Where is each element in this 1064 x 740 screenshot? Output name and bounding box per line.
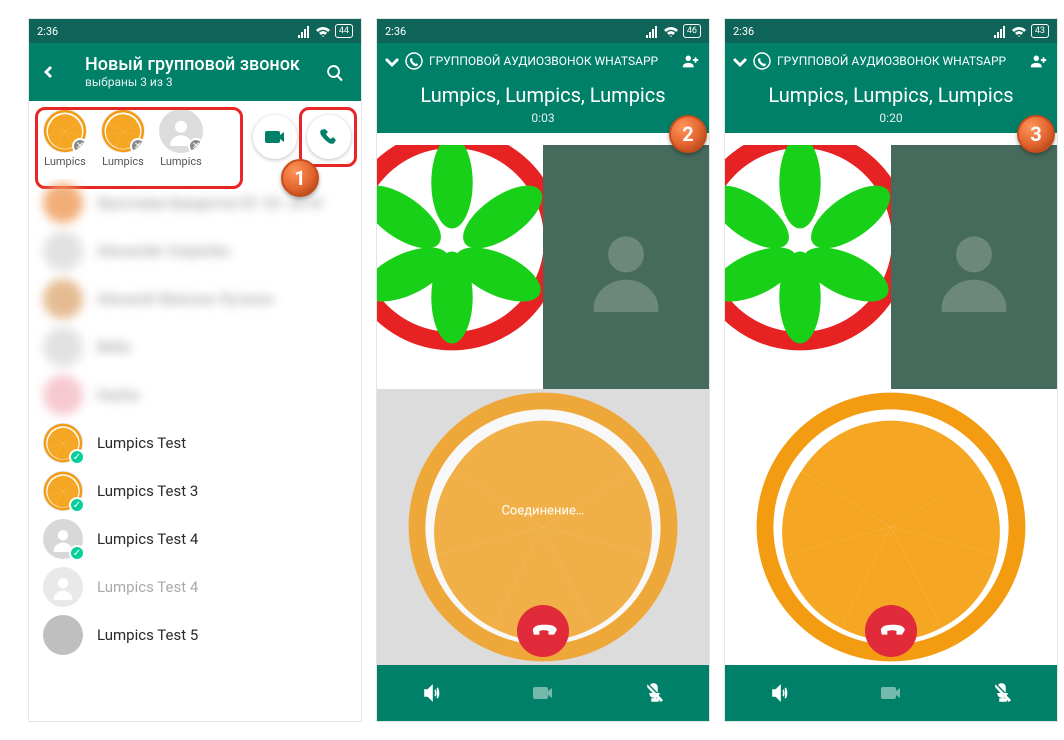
screen-call-connecting: 2:36 46 ГРУППОВОЙ АУДИОЗВОНОК WHATSAPP L… <box>376 18 710 722</box>
add-participant-icon[interactable] <box>681 52 701 70</box>
chevron-down-icon[interactable] <box>733 54 747 68</box>
status-bar: 2:36 44 <box>29 19 361 43</box>
call-status-row: ГРУППОВОЙ АУДИОЗВОНОК WHATSAPP <box>377 43 709 79</box>
list-item[interactable]: Lumpics Test 5 <box>29 611 361 659</box>
participant-tile <box>725 389 1057 665</box>
chevron-down-icon[interactable] <box>385 54 399 68</box>
step-badge-3: 3 <box>1017 115 1055 153</box>
participant-tile <box>891 145 1057 389</box>
remove-icon[interactable]: ✕ <box>72 138 87 153</box>
status-bar: 2:36 46 <box>377 19 709 43</box>
participants-names: Lumpics, Lumpics, Lumpics <box>377 83 709 107</box>
call-toolbar <box>377 665 709 721</box>
participant-tile <box>725 145 891 389</box>
hangup-button[interactable] <box>517 605 569 657</box>
avatar-placeholder-icon <box>581 222 671 312</box>
chip-name: Lumpics <box>160 155 202 168</box>
list-item[interactable]: ✓Lumpics Test <box>29 419 361 467</box>
remove-icon[interactable]: ✕ <box>188 138 203 153</box>
header-title: Новый групповой звонок <box>85 55 317 75</box>
call-type-label: ГРУППОВОЙ АУДИОЗВОНОК WHATSAPP <box>777 54 1023 68</box>
signal-icon <box>645 25 659 38</box>
participant-tile <box>377 145 543 389</box>
list-item[interactable]: ✓Lumpics Test 4 <box>29 515 361 563</box>
list-item[interactable]: Alexandr Beerose Луганск <box>29 275 361 323</box>
wifi-icon <box>315 25 331 38</box>
battery-level: 44 <box>335 24 353 38</box>
header-subtitle: выбраны 3 из 3 <box>85 75 317 89</box>
search-button[interactable] <box>317 55 351 89</box>
check-icon: ✓ <box>69 449 85 465</box>
call-type-label: ГРУППОВОЙ АУДИОЗВОНОК WHATSAPP <box>429 54 675 68</box>
check-icon: ✓ <box>69 545 85 561</box>
video-call-button[interactable] <box>253 115 297 159</box>
chip-name: Lumpics <box>44 155 86 168</box>
call-grid <box>725 145 1057 665</box>
battery-level: 43 <box>1031 24 1049 38</box>
whatsapp-icon <box>753 52 771 70</box>
list-item[interactable]: Alexander Osipenko <box>29 227 361 275</box>
add-participant-icon[interactable] <box>1029 52 1049 70</box>
selected-chip[interactable]: ✕ Lumpics <box>39 109 91 168</box>
screen-call-active: 2:36 43 ГРУППОВОЙ АУДИОЗВОНОК WHATSAPP L… <box>724 18 1058 722</box>
signal-icon <box>993 25 1007 38</box>
selected-chip[interactable]: ✕ Lumpics <box>155 109 207 168</box>
back-button[interactable] <box>35 55 69 89</box>
signal-icon <box>297 25 311 38</box>
contact-list[interactable]: Ярослава Кредитка 05. 03. 2018 Alexander… <box>29 179 361 721</box>
remove-icon[interactable]: ✕ <box>130 138 145 153</box>
audio-call-button[interactable] <box>307 115 351 159</box>
avatar-placeholder-icon <box>50 574 76 600</box>
step-badge-1: 1 <box>281 159 319 197</box>
status-time: 2:36 <box>385 25 406 38</box>
wifi-icon <box>1011 25 1027 38</box>
video-toggle-button[interactable] <box>526 676 560 710</box>
avatar-green-red-icon <box>725 145 891 355</box>
step-badge-2: 2 <box>669 115 707 153</box>
mute-button[interactable] <box>985 676 1019 710</box>
list-item[interactable]: Dasha <box>29 371 361 419</box>
connecting-label: Соединение… <box>501 503 584 518</box>
participants-names: Lumpics, Lumpics, Lumpics <box>725 83 1057 107</box>
status-bar: 2:36 43 <box>725 19 1057 43</box>
selected-chip[interactable]: ✕ Lumpics <box>97 109 149 168</box>
check-icon: ✓ <box>69 497 85 513</box>
chip-name: Lumpics <box>102 155 144 168</box>
call-status-row: ГРУППОВОЙ АУДИОЗВОНОК WHATSAPP <box>725 43 1057 79</box>
battery-level: 46 <box>683 24 701 38</box>
participant-tile: Соединение… <box>377 389 709 665</box>
call-toolbar <box>725 665 1057 721</box>
video-toggle-button[interactable] <box>874 676 908 710</box>
avatar-green-red-icon <box>377 145 543 355</box>
participant-tile <box>543 145 709 389</box>
list-item[interactable]: Lumpics Test 4 <box>29 563 361 611</box>
call-timer: 0:20 <box>725 111 1057 125</box>
mute-button[interactable] <box>637 676 671 710</box>
status-time: 2:36 <box>37 25 58 38</box>
wifi-icon <box>663 25 679 38</box>
whatsapp-icon <box>405 52 423 70</box>
hangup-button[interactable] <box>865 605 917 657</box>
avatar-placeholder-icon <box>929 222 1019 312</box>
speaker-button[interactable] <box>415 676 449 710</box>
list-item[interactable]: ✓Lumpics Test 3 <box>29 467 361 515</box>
speaker-button[interactable] <box>763 676 797 710</box>
status-time: 2:36 <box>733 25 754 38</box>
header: Новый групповой звонок выбраны 3 из 3 <box>29 43 361 101</box>
call-timer: 0:03 <box>377 111 709 125</box>
screen-new-group-call: 2:36 44 Новый групповой звонок выбраны 3… <box>28 18 362 722</box>
list-item[interactable]: Bella <box>29 323 361 371</box>
call-grid: Соединение… <box>377 145 709 665</box>
